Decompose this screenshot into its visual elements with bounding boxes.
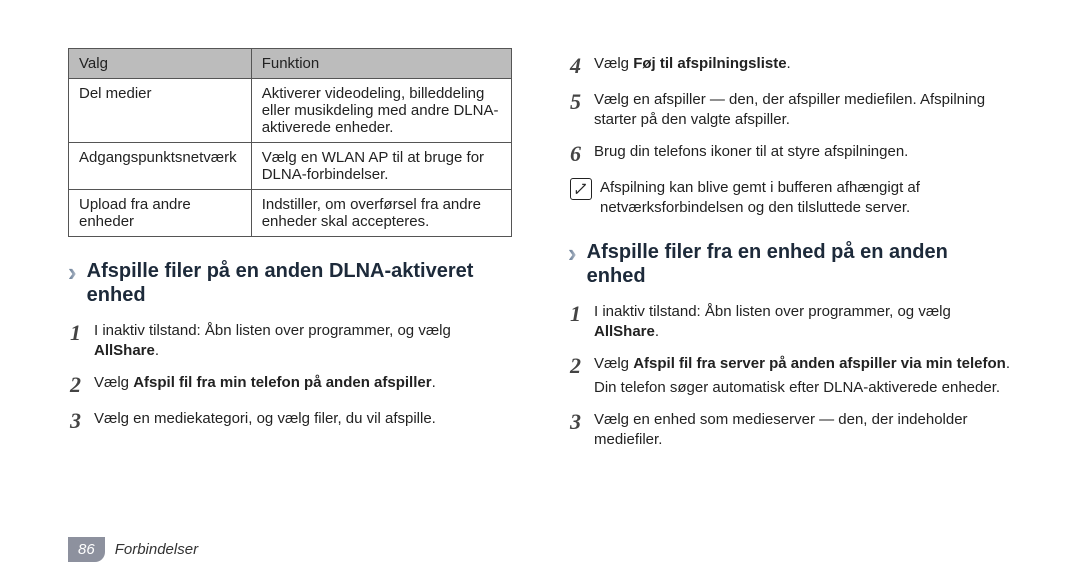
- step-item: 2 Vælg Afspil fil fra server på anden af…: [570, 354, 1012, 398]
- step-item: 3 Vælg en mediekategori, og vælg filer, …: [70, 409, 512, 433]
- cell-option: Adgangspunktsnetværk: [69, 143, 252, 190]
- step-number: 6: [570, 142, 594, 166]
- step-item: 1 I inaktiv tilstand: Åbn listen over pr…: [570, 302, 1012, 342]
- step-number: 5: [570, 90, 594, 114]
- step-body: Vælg en afspiller — den, der afspiller m…: [594, 90, 1012, 130]
- step-item: 1 I inaktiv tilstand: Åbn listen over pr…: [70, 321, 512, 361]
- step-number: 1: [70, 321, 94, 345]
- cell-function: Indstiller, om overførsel fra andre enhe…: [251, 190, 511, 237]
- th-option: Valg: [69, 49, 252, 79]
- section-heading-play-on-other-dlna: › Afspille filer på en anden DLNA-aktive…: [68, 259, 512, 307]
- table-row: Adgangspunktsnetværk Vælg en WLAN AP til…: [69, 143, 512, 190]
- note-icon: [570, 178, 592, 200]
- th-function: Funktion: [251, 49, 511, 79]
- step-number: 3: [70, 409, 94, 433]
- options-table: Valg Funktion Del medier Aktiverer video…: [68, 48, 512, 237]
- table-row: Upload fra andre enheder Indstiller, om …: [69, 190, 512, 237]
- section-name: Forbindelser: [115, 541, 198, 558]
- step-body: Vælg en mediekategori, og vælg filer, du…: [94, 409, 512, 429]
- chevron-right-icon: ›: [68, 259, 77, 285]
- step-body: Vælg en enhed som medieserver — den, der…: [594, 410, 1012, 450]
- chevron-right-icon: ›: [568, 240, 577, 266]
- cell-option: Upload fra andre enheder: [69, 190, 252, 237]
- cell-function: Vælg en WLAN AP til at bruge for DLNA-fo…: [251, 143, 511, 190]
- note-text: Afspilning kan blive gemt i bufferen afh…: [600, 178, 1012, 218]
- section-heading-device-to-device: › Afspille filer fra en enhed på en ande…: [568, 240, 1012, 288]
- step-body: Vælg Afspil fil fra server på anden afsp…: [594, 354, 1012, 398]
- step-number: 2: [570, 354, 594, 378]
- step-number: 3: [570, 410, 594, 434]
- step-number: 1: [570, 302, 594, 326]
- step-body: Brug din telefons ikoner til at styre af…: [594, 142, 1012, 162]
- cell-option: Del medier: [69, 79, 252, 143]
- step-number: 4: [570, 54, 594, 78]
- step-number: 2: [70, 373, 94, 397]
- step-body: Vælg Afspil fil fra min telefon på anden…: [94, 373, 512, 393]
- step-body: I inaktiv tilstand: Åbn listen over prog…: [594, 302, 1012, 342]
- table-row: Del medier Aktiverer videodeling, billed…: [69, 79, 512, 143]
- step-item: 4 Vælg Føj til afspilningsliste.: [570, 54, 1012, 78]
- step-item: 3 Vælg en enhed som medieserver — den, d…: [570, 410, 1012, 450]
- step-body: Vælg Føj til afspilningsliste.: [594, 54, 1012, 74]
- cell-function: Aktiverer videodeling, billeddeling elle…: [251, 79, 511, 143]
- page-number: 86: [68, 537, 105, 562]
- step-body: I inaktiv tilstand: Åbn listen over prog…: [94, 321, 512, 361]
- step-item: 5 Vælg en afspiller — den, der afspiller…: [570, 90, 1012, 130]
- section-title: Afspille filer fra en enhed på en anden …: [587, 240, 1012, 288]
- page-footer: 86 Forbindelser: [68, 537, 198, 562]
- step-item: 2 Vælg Afspil fil fra min telefon på and…: [70, 373, 512, 397]
- note-box: Afspilning kan blive gemt i bufferen afh…: [570, 178, 1012, 218]
- section-title: Afspille filer på en anden DLNA-aktivere…: [87, 259, 512, 307]
- step-item: 6 Brug din telefons ikoner til at styre …: [570, 142, 1012, 166]
